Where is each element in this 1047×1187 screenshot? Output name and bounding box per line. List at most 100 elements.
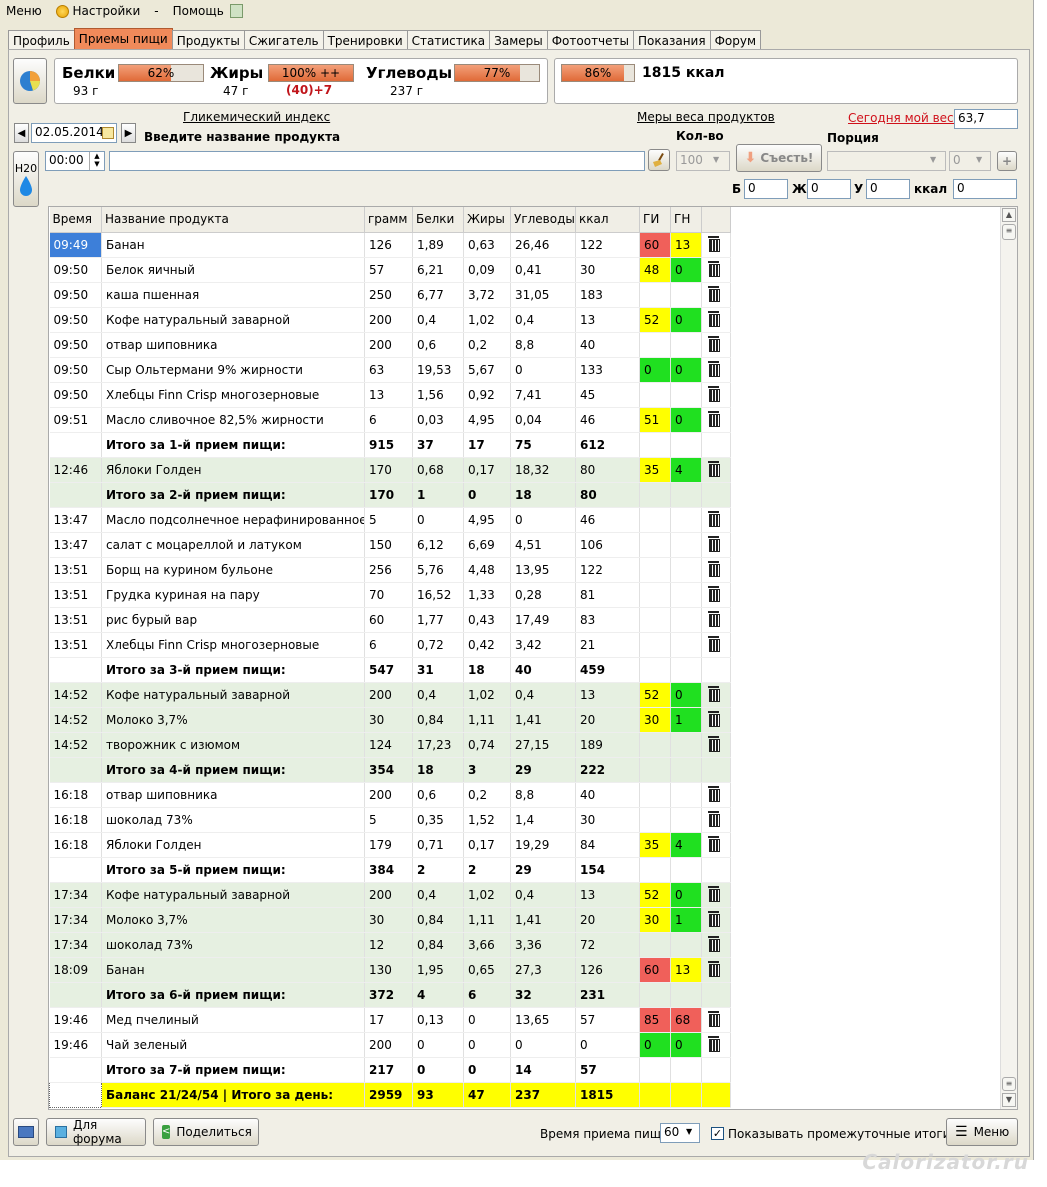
table-row[interactable]: 19:46 Мед пчелиный 17 0,13 0 13,65 57 85 68 [49,1007,731,1033]
table-row[interactable]: 17:34 Кофе натуральный заварной 200 0,4 1,02… [49,882,731,908]
trash-icon[interactable] [708,886,720,902]
trash-icon[interactable] [708,286,720,302]
column-header[interactable]: ГИ [639,207,671,233]
qty-select[interactable]: 100 [676,151,730,171]
column-header[interactable]: грамм [364,207,413,233]
table-row[interactable]: 16:18 Яблоки Голден 179 0,71 0,17 19,29 84 35 4 [49,832,731,858]
table-row[interactable]: 14:52 творожник с изюмом 124 17,23 0,74 27,15… [49,732,731,758]
table-row[interactable]: 09:50 отвар шиповника 200 0,6 0,2 8,8 40 [49,332,731,358]
forum-button[interactable]: Для форума [46,1118,146,1146]
table-row[interactable]: 14:52 Кофе натуральный заварной 200 0,4 1,02… [49,682,731,708]
calendar-icon[interactable] [102,127,114,139]
scroll-thumb[interactable]: ≡ [1002,224,1016,240]
weight-measures-link[interactable]: Меры веса продуктов [637,110,775,124]
table-row[interactable]: 09:50 Кофе натуральный заварной 200 0,4 1,02… [49,307,731,333]
trash-icon[interactable] [708,636,720,652]
date-input[interactable]: 02.05.2014 [31,123,117,143]
trash-icon[interactable] [708,336,720,352]
table-row[interactable]: 09:50 Сыр Ольтермани 9% жирности 63 19,53 5,… [49,357,731,383]
table-row[interactable]: 18:09 Банан 130 1,95 0,65 27,3 126 60 13 [49,957,731,983]
tab-1[interactable]: Приемы пищи [73,28,173,49]
portion-qty-select[interactable]: 0 [949,151,991,171]
table-row[interactable]: 14:52 Молоко 3,7% 30 0,84 1,11 1,41 20 30 1 [49,707,731,733]
trash-icon[interactable] [708,236,720,252]
column-header[interactable]: ккал [575,207,640,233]
table-row[interactable]: 17:34 Молоко 3,7% 30 0,84 1,11 1,41 20 30 1 [49,907,731,933]
zh-input[interactable]: 0 [807,179,851,199]
portion-select[interactable] [827,151,946,171]
kcal-input[interactable]: 0 [953,179,1017,199]
table-row[interactable]: 16:18 шоколад 73% 5 0,35 1,52 1,4 30 [49,807,731,833]
trash-icon[interactable] [708,936,720,952]
tab-7[interactable]: Фотоотчеты [546,30,634,50]
trash-icon[interactable] [708,786,720,802]
vertical-scrollbar[interactable]: ▲ ≡ ≡ ▼ [1000,207,1017,1109]
table-row[interactable]: 13:47 Масло подсолнечное нерафинированное… [49,507,731,533]
trash-icon[interactable] [708,461,720,477]
menu-item-help[interactable]: Помощь [173,4,224,18]
scroll-down-button[interactable]: ▼ [1002,1093,1016,1107]
prev-date-button[interactable]: ◀ [14,123,29,143]
clear-button[interactable] [648,149,670,171]
tab-6[interactable]: Замеры [489,30,548,50]
menu-item-menu[interactable]: Меню [6,4,42,18]
trash-icon[interactable] [708,411,720,427]
water-button[interactable]: H20 [13,151,39,207]
tab-0[interactable]: Профиль [8,30,75,50]
table-row[interactable]: 09:51 Масло сливочное 82,5% жирности 6 0,03… [49,407,731,433]
trash-icon[interactable] [708,586,720,602]
column-header[interactable] [701,207,731,233]
trash-icon[interactable] [708,511,720,527]
column-header[interactable]: Название продукта [101,207,365,233]
column-header[interactable]: ГН [670,207,702,233]
table-row[interactable]: 16:18 отвар шиповника 200 0,6 0,2 8,8 40 [49,782,731,808]
trash-icon[interactable] [708,736,720,752]
tab-8[interactable]: Показания [633,30,711,50]
menu-button[interactable]: ☰ Меню [946,1118,1018,1146]
table-row[interactable]: 12:46 Яблоки Голден 170 0,68 0,17 18,32 80 35 4 [49,457,731,483]
table-row[interactable]: 13:51 Грудка куриная на пару 70 16,52 1,33 0,… [49,582,731,608]
tab-2[interactable]: Продукты [171,30,245,50]
trash-icon[interactable] [708,836,720,852]
today-weight-input[interactable]: 63,7 [954,109,1018,129]
share-button[interactable]: < Поделиться [153,1118,259,1146]
table-row[interactable]: 13:47 салат с моцареллой и латуком 150 6,12… [49,532,731,558]
trash-icon[interactable] [708,311,720,327]
glycemic-index-link[interactable]: Гликемический индекс [183,110,330,124]
add-portion-button[interactable]: + [997,151,1017,171]
table-row[interactable]: 19:46 Чай зеленый 200 0 0 0 0 0 0 [49,1032,731,1058]
trash-icon[interactable] [708,686,720,702]
trash-icon[interactable] [708,561,720,577]
table-row[interactable]: 13:51 Борщ на курином бульоне 256 5,76 4,48 1… [49,557,731,583]
today-weight-link[interactable]: Сегодня мой вес: [848,111,958,125]
menu-item-settings[interactable]: Настройки [55,4,140,18]
trash-icon[interactable] [708,811,720,827]
next-date-button[interactable]: ▶ [121,123,136,143]
trash-icon[interactable] [708,1011,720,1027]
tab-3[interactable]: Сжигатель [243,30,324,50]
table-row[interactable]: 09:50 Хлебцы Finn Crisp многозерновые 13 1,… [49,382,731,408]
u-input[interactable]: 0 [866,179,910,199]
column-header[interactable]: Время [49,207,102,233]
show-totals-checkbox[interactable]: ✓ [711,1127,724,1140]
b-input[interactable]: 0 [744,179,788,199]
trash-icon[interactable] [708,711,720,727]
table-row[interactable]: 09:50 каша пшенная 250 6,77 3,72 31,05 183 [49,282,731,308]
tab-5[interactable]: Статистика [406,30,491,50]
pie-chart-button[interactable] [13,58,47,104]
column-header[interactable]: Жиры [463,207,511,233]
table-row[interactable]: 13:51 рис бурый вар 60 1,77 0,43 17,49 83 [49,607,731,633]
table-row[interactable]: 09:50 Белок яичный 57 6,21 0,09 0,41 30 48 0 [49,257,731,283]
column-header[interactable]: Белки [412,207,464,233]
calculator-icon[interactable] [229,4,243,18]
time-spinner[interactable]: ▲ ▼ [89,152,104,170]
trash-icon[interactable] [708,536,720,552]
tab-9[interactable]: Форум [709,30,762,50]
column-header[interactable]: Углеводы [510,207,576,233]
scroll-thumb-bottom[interactable]: ≡ [1002,1077,1016,1091]
product-search-input[interactable] [109,151,645,171]
trash-icon[interactable] [708,386,720,402]
export-button[interactable] [13,1118,39,1146]
trash-icon[interactable] [708,1036,720,1052]
trash-icon[interactable] [708,911,720,927]
